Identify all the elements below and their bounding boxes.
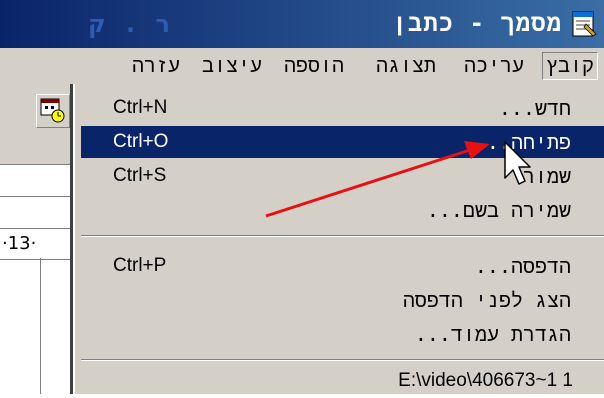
menu-item-open[interactable]: פתיחה... Ctrl+O [81,126,604,158]
recent-file-label: E:\video\406673~1 1 [398,370,573,391]
menu-insert[interactable]: הוספה [284,53,344,79]
menu-separator [81,235,604,237]
menu-bar: קובץ עריכה תצוגה הוספה עיצוב עזרה [0,48,604,84]
menu-item-print[interactable]: הדפסה... Ctrl+P [81,250,604,282]
menu-item-save[interactable]: שמור Ctrl+S [81,160,604,192]
menu-item-shortcut: Ctrl+P [113,255,167,276]
menu-item-shortcut: Ctrl+N [113,97,168,118]
menu-help[interactable]: עזרה [132,53,180,79]
menu-item-shortcut: Ctrl+O [113,131,169,152]
file-menu-dropdown: חדש... Ctrl+N פתיחה... Ctrl+O שמור Ctrl+… [70,84,604,394]
ruler: ·13· [0,228,80,260]
ruler-text: ·13· [2,233,37,254]
menu-item-label: הדפסה... [474,254,571,278]
menu-item-label: שמירה בשם... [426,198,571,222]
notepad-icon[interactable] [570,10,598,38]
window-title: מסמך - כתבן [392,9,562,37]
date-time-button[interactable] [36,94,70,128]
menu-view[interactable]: תצוגה [376,53,436,79]
menu-item-print-preview[interactable]: הצג לפני הדפסה [81,284,604,316]
menu-item-new[interactable]: חדש... Ctrl+N [81,92,604,124]
menu-item-label: הגדרת עמוד... [414,322,571,346]
menu-item-recent-file[interactable]: E:\video\406673~1 1 [81,366,604,398]
menu-edit[interactable]: עריכה [464,53,524,79]
margin-line [40,258,41,394]
calendar-clock-icon [40,98,65,123]
menu-item-page-setup[interactable]: הגדרת עמוד... [81,318,604,350]
menu-item-shortcut: Ctrl+S [113,165,167,186]
menu-item-label: הצג לפני הדפסה [402,288,571,312]
divider [0,196,80,197]
menu-item-label: פתיחה... [474,130,571,154]
menu-format[interactable]: עיצוב [202,53,262,79]
menu-file[interactable]: קובץ [541,52,598,80]
title-faint-text: ר . ק [88,10,176,38]
menu-item-label: חדש... [498,96,571,120]
menu-item-label: שמור [522,164,571,188]
menu-separator [81,359,604,361]
divider [0,164,80,165]
menu-item-save-as[interactable]: שמירה בשם... [81,194,604,226]
title-bar: ר . ק מסמך - כתבן [0,0,604,48]
